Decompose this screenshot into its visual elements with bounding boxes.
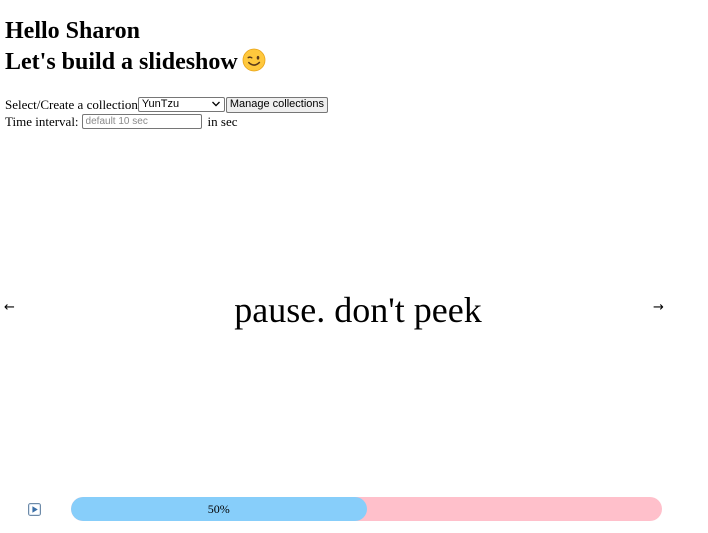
collection-selected-value: YunTzu xyxy=(141,98,180,110)
collection-controls: Select/Create a collection YunTzu Manage… xyxy=(5,96,328,130)
play-icon[interactable] xyxy=(28,503,41,516)
manage-collections-button[interactable]: Manage collections xyxy=(225,96,328,113)
greeting-heading: Hello Sharon xyxy=(5,18,140,44)
tagline-heading: Let's build a slideshow xyxy=(5,47,266,77)
winking-face-icon xyxy=(242,48,266,72)
slide-text: pause. don't peek xyxy=(234,290,482,330)
interval-row: Time interval: in sec xyxy=(5,113,328,130)
interval-unit: in sec xyxy=(207,113,238,129)
progress-bar: 50% xyxy=(71,497,662,521)
interval-input[interactable] xyxy=(81,114,202,129)
collection-row: Select/Create a collection YunTzu Manage… xyxy=(5,96,328,113)
interval-label: Time interval: xyxy=(5,113,79,129)
collection-select[interactable]: YunTzu xyxy=(137,97,225,112)
slideshow-page: Hello Sharon Let's build a slideshow Sel… xyxy=(0,0,708,533)
slide-area: ← pause. don't peek → xyxy=(0,288,708,332)
collection-label: Select/Create a collection xyxy=(5,96,138,112)
tagline-text: Let's build a slideshow xyxy=(5,49,238,75)
progress-label: 50% xyxy=(207,502,230,516)
next-slide-arrow[interactable]: → xyxy=(653,298,664,318)
chevron-down-icon xyxy=(211,101,220,107)
